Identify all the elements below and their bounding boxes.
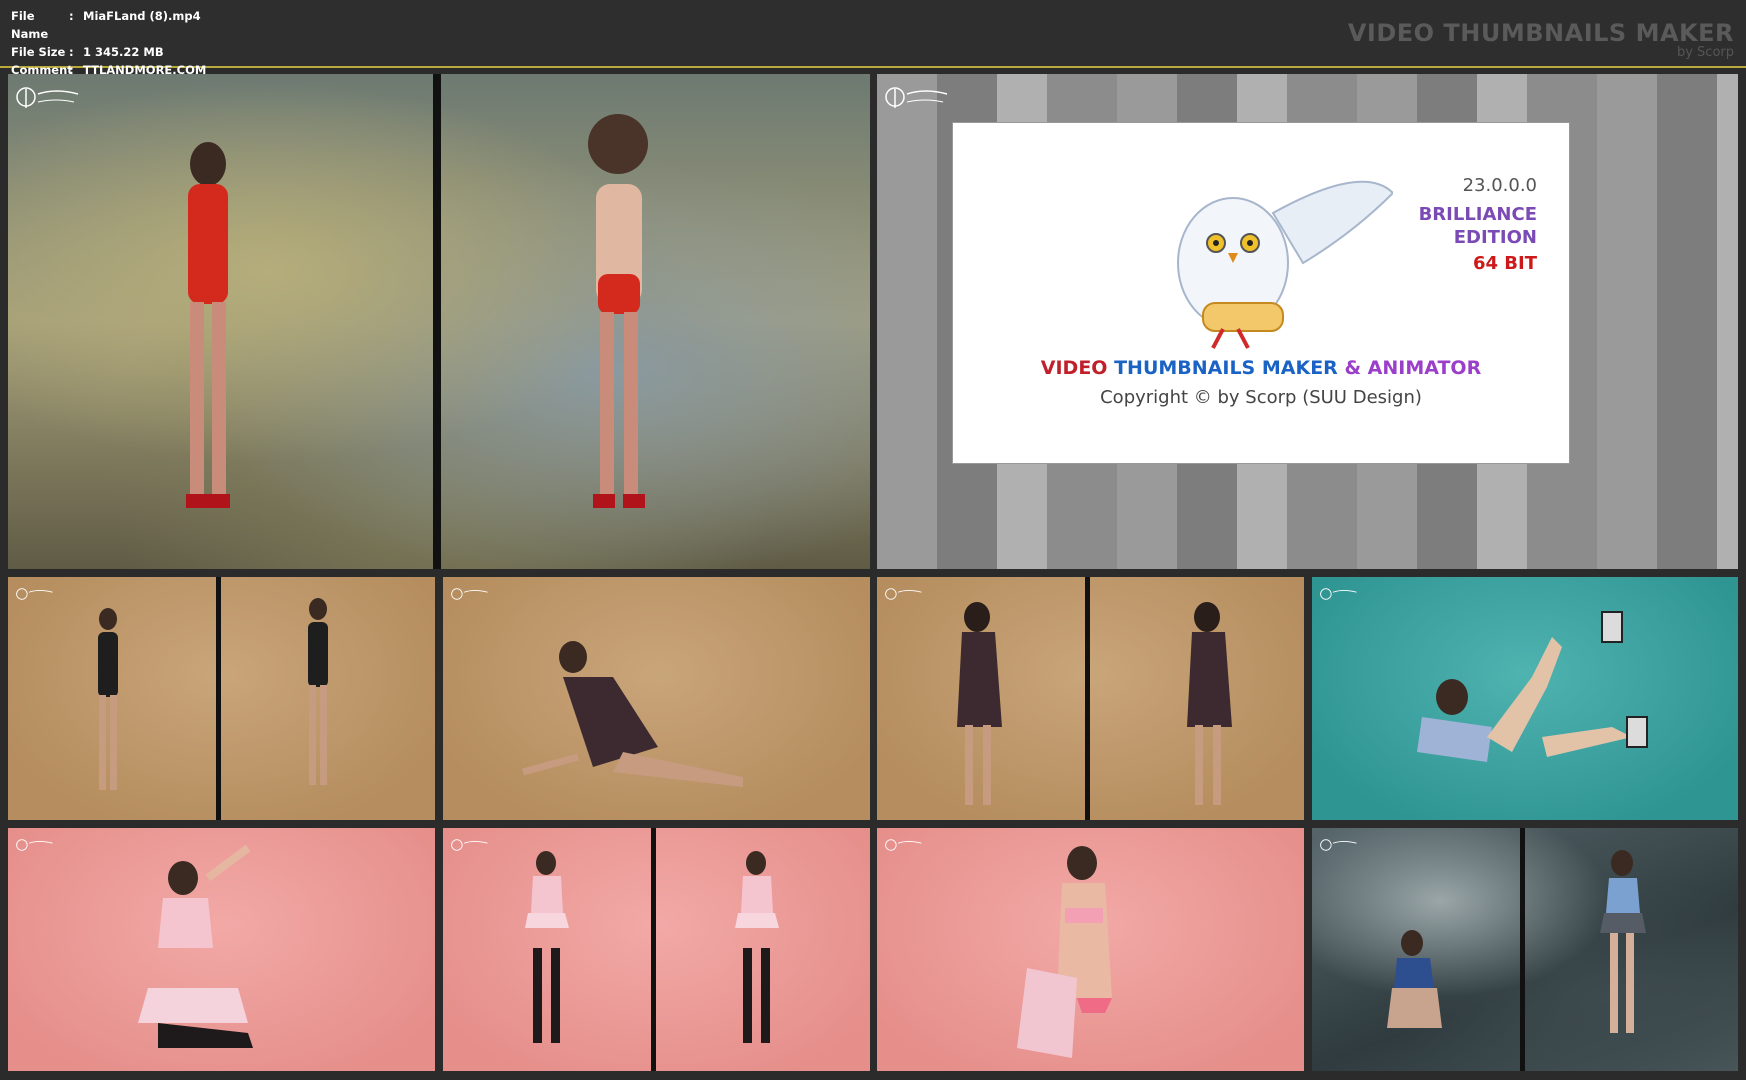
thumbnail-image: 23.0.0.0 BRILLIANCE EDITION 64 BIT VIDEO… (877, 74, 1738, 569)
thumbnail-small-6[interactable] (443, 828, 870, 1071)
edition-line-1: BRILLIANCE (1418, 204, 1537, 225)
thumbnail-small-1[interactable] (8, 577, 435, 820)
bit-label: 64 BIT (1472, 253, 1537, 274)
product-video: VIDEO (1040, 357, 1108, 379)
brand-title: VIDEO THUMBNAILS MAKER (1347, 19, 1734, 47)
fashion-land-logo (1320, 588, 1357, 600)
fashion-land-logo (1320, 839, 1357, 851)
copyright-text: Copyright © by Scorp (SUU Design) (1100, 387, 1422, 408)
separator: : (69, 45, 74, 59)
edition-label: BRILLIANCE EDITION (1419, 203, 1537, 249)
split-divider (1520, 828, 1525, 1071)
version-number: 23.0.0.0 (1462, 175, 1537, 196)
thumbnail-small-3[interactable] (877, 577, 1304, 820)
thumbnail-image (1312, 577, 1738, 820)
model-figures (138, 844, 253, 1048)
thumbnail-small-8[interactable] (1312, 828, 1738, 1071)
thumbnail-small-5[interactable] (8, 828, 435, 1071)
thumbnail-large-2[interactable]: 23.0.0.0 BRILLIANCE EDITION 64 BIT VIDEO… (877, 74, 1738, 569)
thumbnail-image (443, 577, 870, 820)
file-name-value: MiaFLand (8).mp4 (83, 9, 201, 23)
split-divider (651, 828, 656, 1071)
fashion-land-logo (885, 87, 948, 108)
thumbnail-image (443, 828, 870, 1071)
file-info: File Name : MiaFLand (8).mp4 File Size :… (11, 7, 206, 79)
brand-watermark: VIDEO THUMBNAILS MAKER by Scorp (1348, 20, 1734, 60)
fashion-land-logo (885, 839, 922, 851)
file-name-row: File Name : MiaFLand (8).mp4 (11, 7, 206, 43)
product-animator: ANIMATOR (1367, 357, 1482, 379)
brand-subtitle: by Scorp (1676, 45, 1734, 60)
fashion-land-logo (451, 588, 488, 600)
split-divider (216, 577, 221, 820)
split-divider (1085, 577, 1090, 820)
file-size-label: File Size (11, 45, 66, 59)
edition-line-2: EDITION (1453, 227, 1537, 248)
thumbnail-image (1312, 828, 1738, 1071)
thumbnail-small-4[interactable] (1312, 577, 1738, 820)
file-name-label: File Name (11, 9, 49, 41)
model-figures (522, 641, 743, 787)
info-header: File Name : MiaFLand (8).mp4 File Size :… (0, 0, 1746, 77)
thumbnail-image (8, 828, 435, 1071)
split-divider (433, 74, 441, 569)
product-thumbnails: THUMBNAILS MAKER (1114, 357, 1338, 379)
fashion-land-logo (885, 588, 922, 600)
thumbnail-image (8, 577, 435, 820)
file-size-row: File Size : 1 345.22 MB (11, 43, 206, 61)
fashion-land-logo (451, 839, 488, 851)
fashion-land-logo (16, 839, 53, 851)
owl-icon (1177, 180, 1393, 349)
splash-card: 23.0.0.0 BRILLIANCE EDITION 64 BIT VIDEO… (952, 122, 1570, 464)
thumbnail-large-1[interactable] (8, 74, 870, 569)
thumbnail-small-7[interactable] (877, 828, 1304, 1071)
file-size-value: 1 345.22 MB (83, 45, 164, 59)
thumbnail-image (877, 577, 1304, 820)
product-amp: & (1344, 357, 1362, 379)
thumbnail-small-2[interactable] (443, 577, 870, 820)
thumbnail-image (8, 74, 870, 569)
thumbnail-image (877, 828, 1304, 1071)
fashion-land-logo (16, 588, 53, 600)
model-figures (1417, 611, 1648, 762)
product-name: VIDEO THUMBNAILS MAKER & ANIMATOR (953, 357, 1569, 379)
fashion-land-logo (16, 87, 79, 108)
model-figures (1017, 846, 1112, 1058)
separator: : (69, 9, 74, 23)
